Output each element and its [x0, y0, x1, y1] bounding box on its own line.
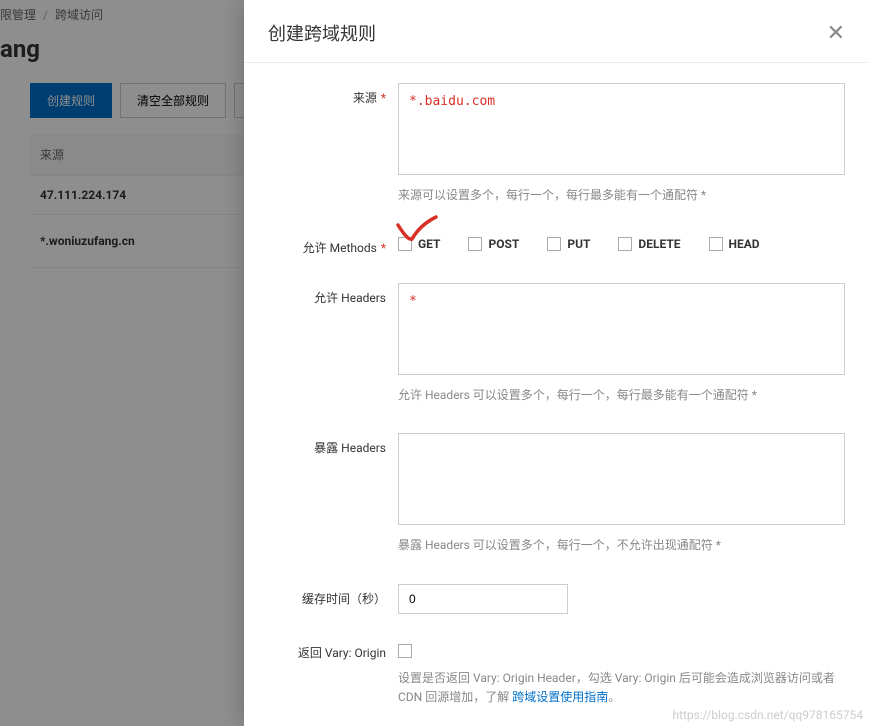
origin-label: 来源*	[268, 83, 398, 106]
watermark: https://blog.csdn.net/qq978165754	[672, 708, 863, 722]
allow-headers-label: 允许 Headers	[268, 283, 398, 306]
method-delete-checkbox[interactable]: DELETE	[618, 237, 680, 251]
method-post-checkbox[interactable]: POST	[468, 237, 519, 251]
expose-headers-label: 暴露 Headers	[268, 433, 398, 456]
origin-hint: 来源可以设置多个，每行一个，每行最多能有一个通配符 *	[398, 186, 845, 205]
cache-time-input[interactable]	[398, 584, 568, 614]
vary-origin-hint: 设置是否返回 Vary: Origin Header，勾选 Vary: Orig…	[398, 669, 845, 707]
cache-time-label: 缓存时间（秒）	[268, 584, 398, 607]
allow-methods-label: 允许 Methods*	[268, 233, 398, 256]
panel-title: 创建跨域规则	[268, 20, 376, 46]
vary-origin-checkbox[interactable]	[398, 644, 412, 658]
method-head-checkbox[interactable]: HEAD	[709, 237, 760, 251]
expose-headers-input[interactable]	[398, 433, 845, 525]
cors-guide-link[interactable]: 跨域设置使用指南	[512, 690, 608, 704]
allow-headers-hint: 允许 Headers 可以设置多个，每行一个，每行最多能有一个通配符 *	[398, 386, 845, 405]
method-put-checkbox[interactable]: PUT	[547, 237, 590, 251]
expose-headers-hint: 暴露 Headers 可以设置多个，每行一个，不允许出现通配符 *	[398, 536, 845, 555]
allow-headers-input[interactable]	[398, 283, 845, 375]
method-get-checkbox[interactable]: GET	[398, 237, 440, 251]
create-cors-rule-panel: 创建跨域规则 ✕ 来源* 来源可以设置多个，每行一个，每行最多能有一个通配符 *…	[244, 0, 869, 726]
close-icon[interactable]: ✕	[827, 22, 845, 44]
vary-origin-label: 返回 Vary: Origin	[268, 638, 398, 661]
origin-input[interactable]	[398, 83, 845, 175]
